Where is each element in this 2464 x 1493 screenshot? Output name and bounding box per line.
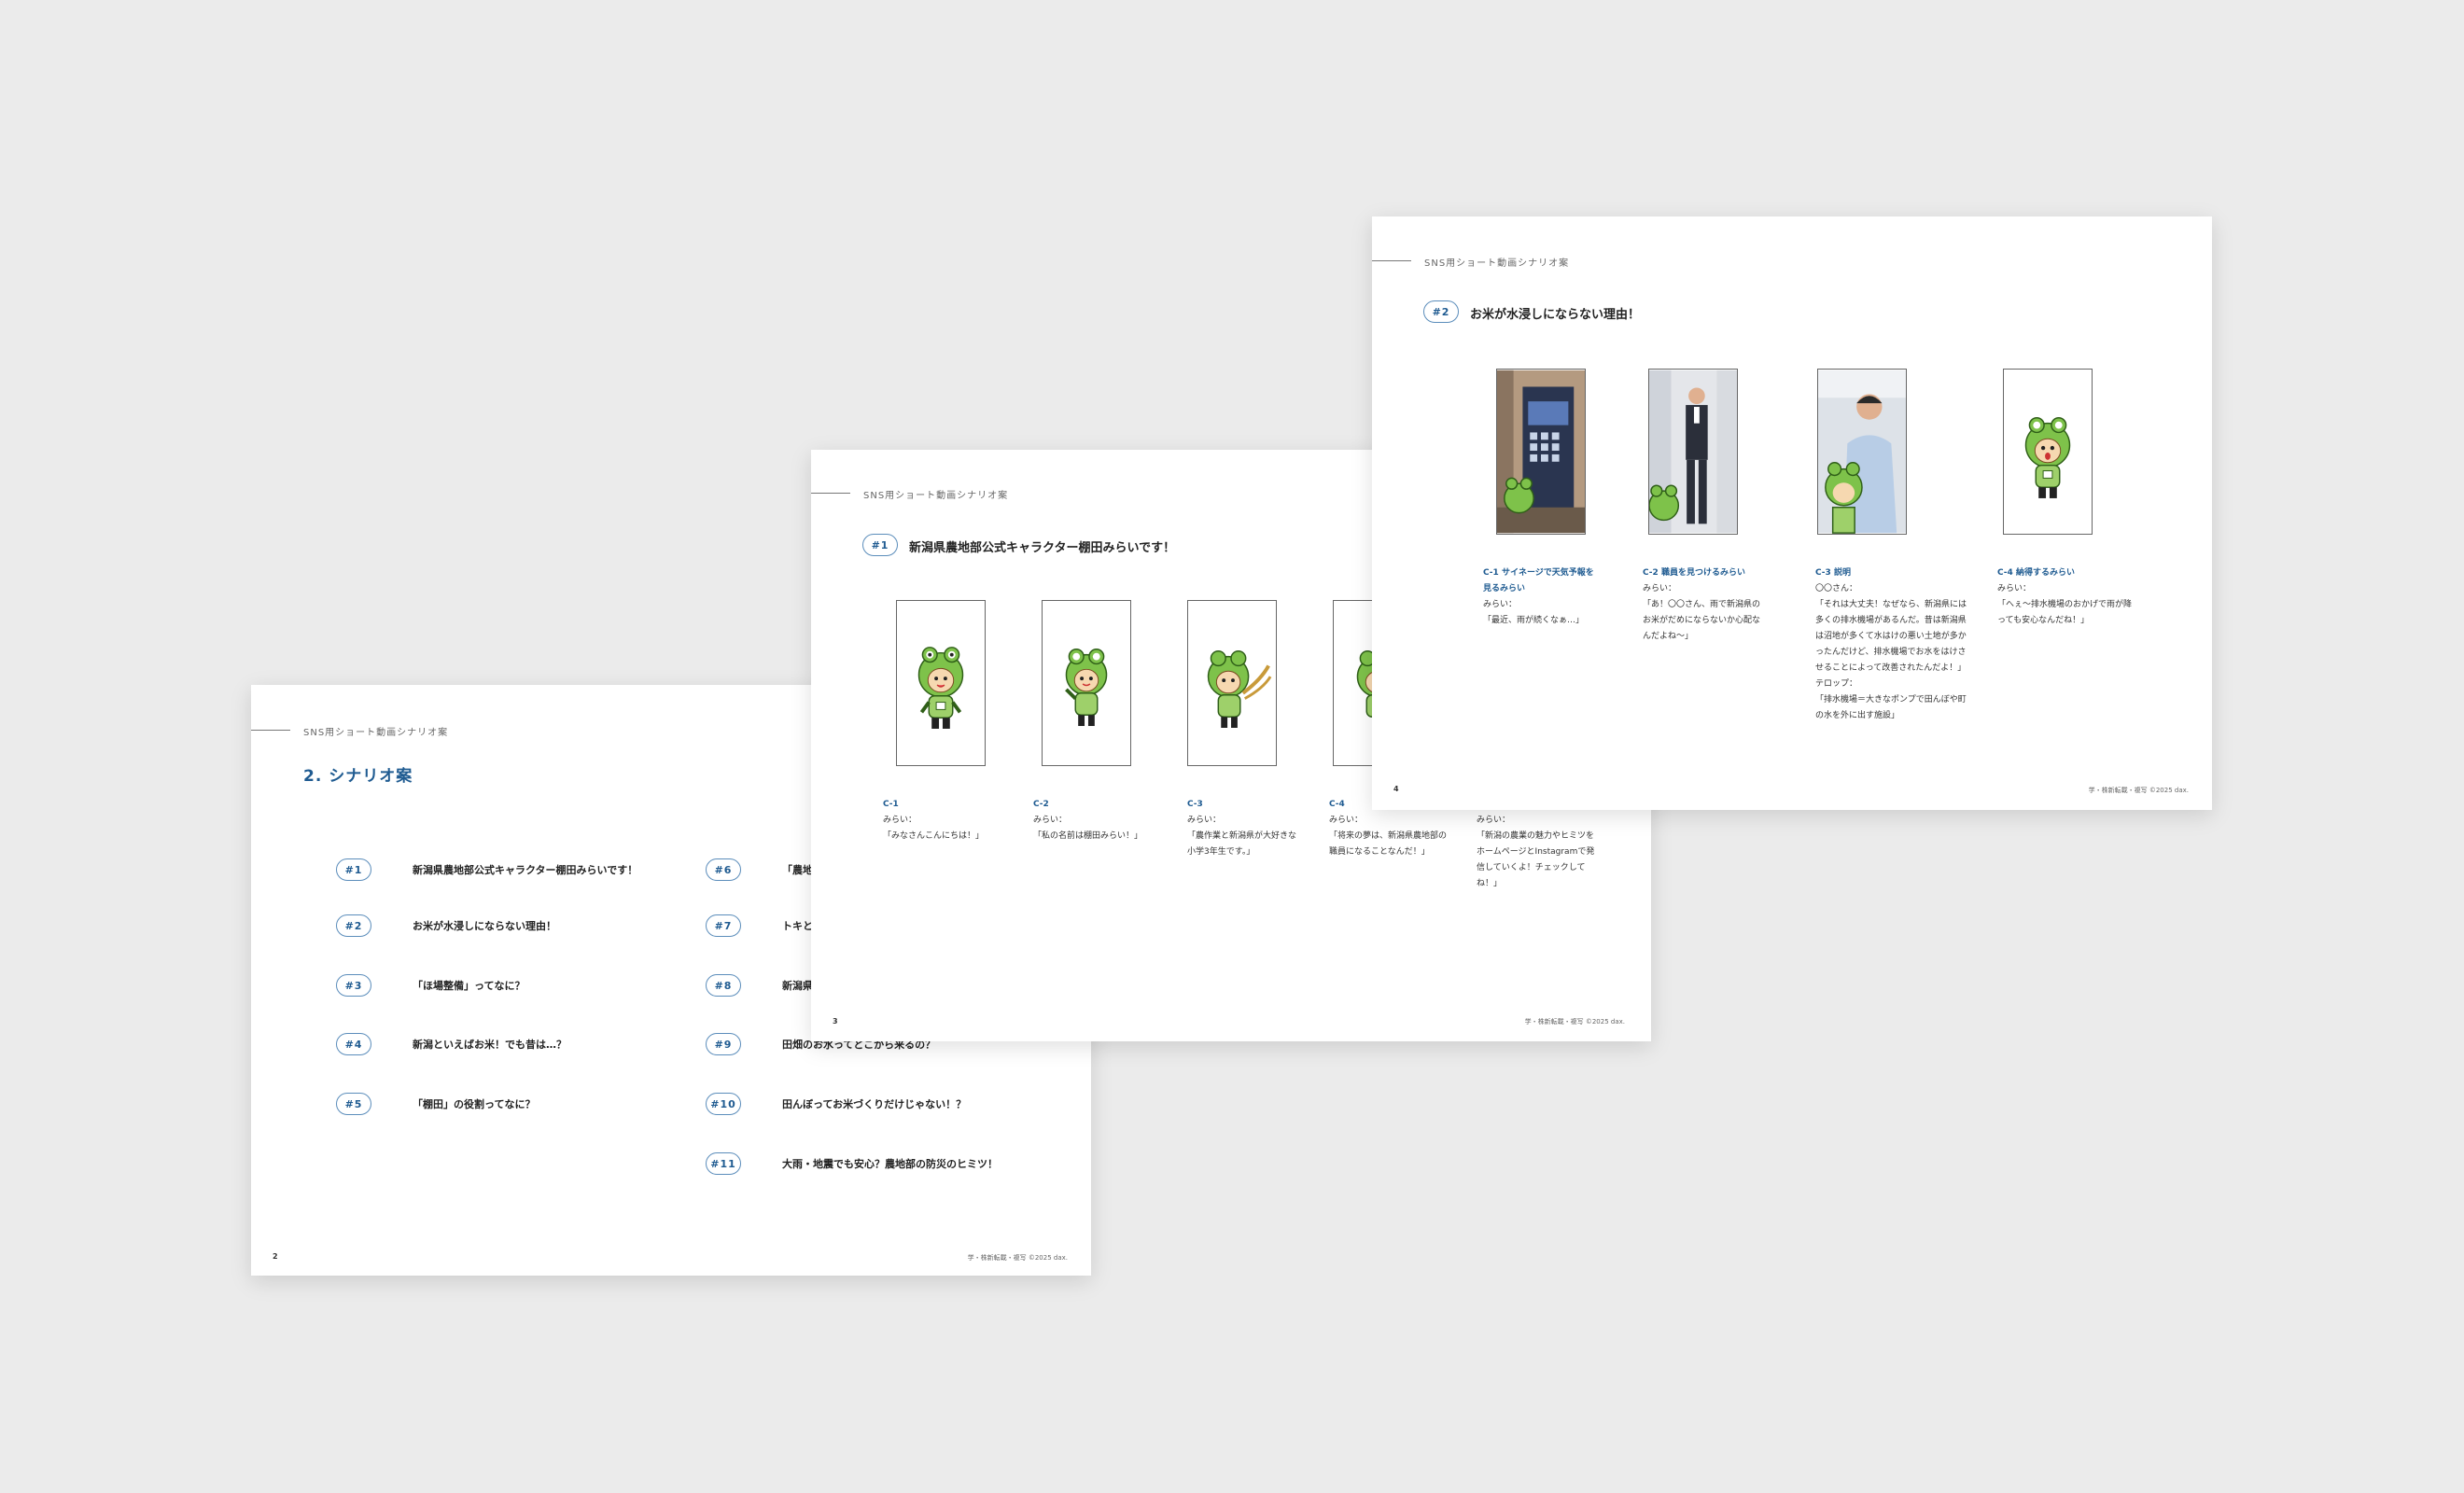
section-title: 2. シナリオ案 — [303, 767, 413, 786]
cut-line: 「あ！〇〇さん、雨で新潟県のお米がだめにならないか心配なんだよね～」 — [1643, 600, 1761, 641]
cut-id: C-3 — [1187, 800, 1203, 809]
mascot-pointing-illustration — [1065, 649, 1108, 727]
episode-title: お米が水浸しにならない理由！ — [1470, 308, 1641, 322]
cut-line: みらい： — [1643, 584, 1677, 593]
toc-badge[interactable]: #10 — [706, 1093, 741, 1115]
toc-badge[interactable]: #6 — [706, 858, 741, 881]
toc-item-title[interactable]: 新潟県農地部公式キャラクター棚田みらいです！ — [413, 862, 637, 877]
cut-speaker: みらい： — [1477, 816, 1511, 825]
mascot-surprised-illustration — [2024, 417, 2071, 498]
cut-line: 「新潟の農業の魅力やヒミツをホームページとInstagramで発信していくよ！チ… — [1477, 831, 1595, 888]
toc-badge[interactable]: #7 — [706, 914, 741, 937]
mascot-with-rice-illustration — [1207, 649, 1272, 728]
cut-line: 「排水機場＝大きなポンプで田んぼや町の水を外に出す施設」 — [1815, 695, 1967, 720]
toc-badge[interactable]: #8 — [706, 974, 741, 997]
document-page-4: SNS用ショート動画シナリオ案 #2 お米が水浸しにならない理由！ C-1 サイ… — [1372, 216, 2212, 810]
signage-photo — [1497, 370, 1585, 534]
toc-item-title[interactable]: お米が水浸しにならない理由！ — [413, 918, 556, 933]
episode-badge: #1 — [862, 534, 898, 556]
cut-line: 「農作業と新潟県が大好きな小学3年生です。」 — [1187, 831, 1297, 857]
toc-badge[interactable]: #9 — [706, 1033, 741, 1055]
storyboard-frame-c1 — [1496, 369, 1586, 535]
header-rule — [1372, 260, 1411, 261]
mascot-waving-illustration — [917, 647, 964, 729]
cut-line: 「最近、雨が続くなぁ…」 — [1483, 616, 1585, 625]
cut-line: テロップ： — [1815, 679, 1858, 689]
cut-line: 「私の名前は棚田みらい！」 — [1033, 831, 1143, 841]
cut-id: C-1 — [883, 800, 899, 809]
cut-line: みらい： — [1997, 584, 2032, 593]
copyright: 学・株新転載・複写 ©2025 dax. — [1524, 1018, 1625, 1026]
cut-id: C-4 納得するみらい — [1997, 568, 2075, 578]
cut-id: C-1 サイネージで天気予報を見るみらい — [1483, 568, 1594, 593]
toc-badge[interactable]: #2 — [336, 914, 371, 937]
toc-item-title[interactable]: 「農地 — [782, 862, 813, 877]
cut-caption-c3: C-3 説明 〇〇さん： 「それは大丈夫！なぜなら、新潟県には多くの排水機場があ… — [1815, 565, 1974, 724]
toc-item-title[interactable]: 大雨・地震でも安心？農地部の防災のヒミツ！ — [782, 1156, 998, 1171]
toc-badge[interactable]: #11 — [706, 1152, 741, 1175]
cut-caption-c1: C-1 サイネージで天気予報を見るみらい みらい： 「最近、雨が続くなぁ…」 — [1483, 565, 1600, 629]
cut-id: C-2 — [1033, 800, 1049, 809]
cut-id: C-3 説明 — [1815, 568, 1851, 578]
cut-speaker: みらい： — [1187, 816, 1222, 825]
toc-badge[interactable]: #3 — [336, 974, 371, 997]
header-rule — [251, 730, 290, 731]
cut-speaker: みらい： — [883, 816, 917, 825]
cut-speaker: みらい： — [1033, 816, 1068, 825]
storyboard-frame-c3 — [1187, 600, 1277, 766]
storyboard-frame-c3 — [1817, 369, 1907, 535]
cut-caption-c2: C-2 職員を見つけるみらい みらい： 「あ！〇〇さん、雨で新潟県のお米がだめに… — [1643, 565, 1764, 645]
cut-caption-c1: C-1 みらい： 「みなさんこんにちは！」 — [883, 797, 1000, 844]
page-number: 3 — [833, 1017, 838, 1026]
toc-badge[interactable]: #1 — [336, 858, 371, 881]
cut-id: C-2 職員を見つけるみらい — [1643, 568, 1745, 578]
cut-caption-c3: C-3 みらい： 「農作業と新潟県が大好きな小学3年生です。」 — [1187, 797, 1299, 860]
copyright: 学・株新転載・複写 ©2025 dax. — [2088, 787, 2189, 794]
cut-line: 「それは大丈夫！なぜなら、新潟県には多くの排水機場があるんだ。昔は新潟県は沼地が… — [1815, 600, 1967, 673]
episode-title: 新潟県農地部公式キャラクター棚田みらいです！ — [909, 541, 1176, 555]
header-label: SNS用ショート動画シナリオ案 — [1424, 258, 1570, 269]
storyboard-frame-c4 — [2003, 369, 2093, 535]
storyboard-frame-c2 — [1648, 369, 1738, 535]
toc-item-title[interactable]: トキと — [782, 918, 813, 933]
toc-item-title[interactable]: 新潟県 — [782, 978, 813, 993]
storyboard-frame-c2 — [1042, 600, 1131, 766]
cut-line: 「へぇ～排水機場のおかげで雨が降っても安心なんだね！」 — [1997, 600, 2133, 625]
cut-caption-c2: C-2 みらい： 「私の名前は棚田みらい！」 — [1033, 797, 1150, 844]
header-rule — [811, 493, 850, 494]
header-label: SNS用ショート動画シナリオ案 — [303, 728, 449, 738]
toc-item-title[interactable]: 「ほ場整備」ってなに？ — [413, 978, 525, 993]
cut-caption-c4: C-4 納得するみらい みらい： 「へぇ～排水機場のおかげで雨が降っても安心なん… — [1997, 565, 2133, 629]
storyboard-frame-c1 — [896, 600, 986, 766]
header-label: SNS用ショート動画シナリオ案 — [863, 491, 1009, 501]
cut-line: 「みなさんこんにちは！」 — [883, 831, 985, 841]
toc-item-title[interactable]: 田んぼってお米づくりだけじゃない！？ — [782, 1096, 966, 1111]
staff-walking-photo — [1649, 370, 1737, 534]
page-number: 4 — [1393, 785, 1399, 793]
copyright: 学・株新転載・複写 ©2025 dax. — [967, 1254, 1068, 1262]
toc-badge[interactable]: #4 — [336, 1033, 371, 1055]
episode-badge: #2 — [1423, 300, 1459, 323]
cut-line: 「将来の夢は、新潟県農地部の職員になることなんだ！」 — [1329, 831, 1448, 857]
staff-explaining-photo — [1818, 370, 1906, 534]
cut-line: 〇〇さん： — [1815, 584, 1858, 593]
toc-badge[interactable]: #5 — [336, 1093, 371, 1115]
cut-speaker: みらい： — [1329, 816, 1364, 825]
toc-item-title[interactable]: 「棚田」の役割ってなに？ — [413, 1096, 535, 1111]
cut-line: みらい： — [1483, 600, 1518, 609]
page-number: 2 — [273, 1252, 278, 1261]
cut-caption-c5: C-5 みらい： 「新潟の農業の魅力やヒミツをホームページとInstagramで… — [1477, 797, 1598, 892]
toc-item-title[interactable]: 新潟といえばお米！でも昔は…？ — [413, 1037, 567, 1052]
